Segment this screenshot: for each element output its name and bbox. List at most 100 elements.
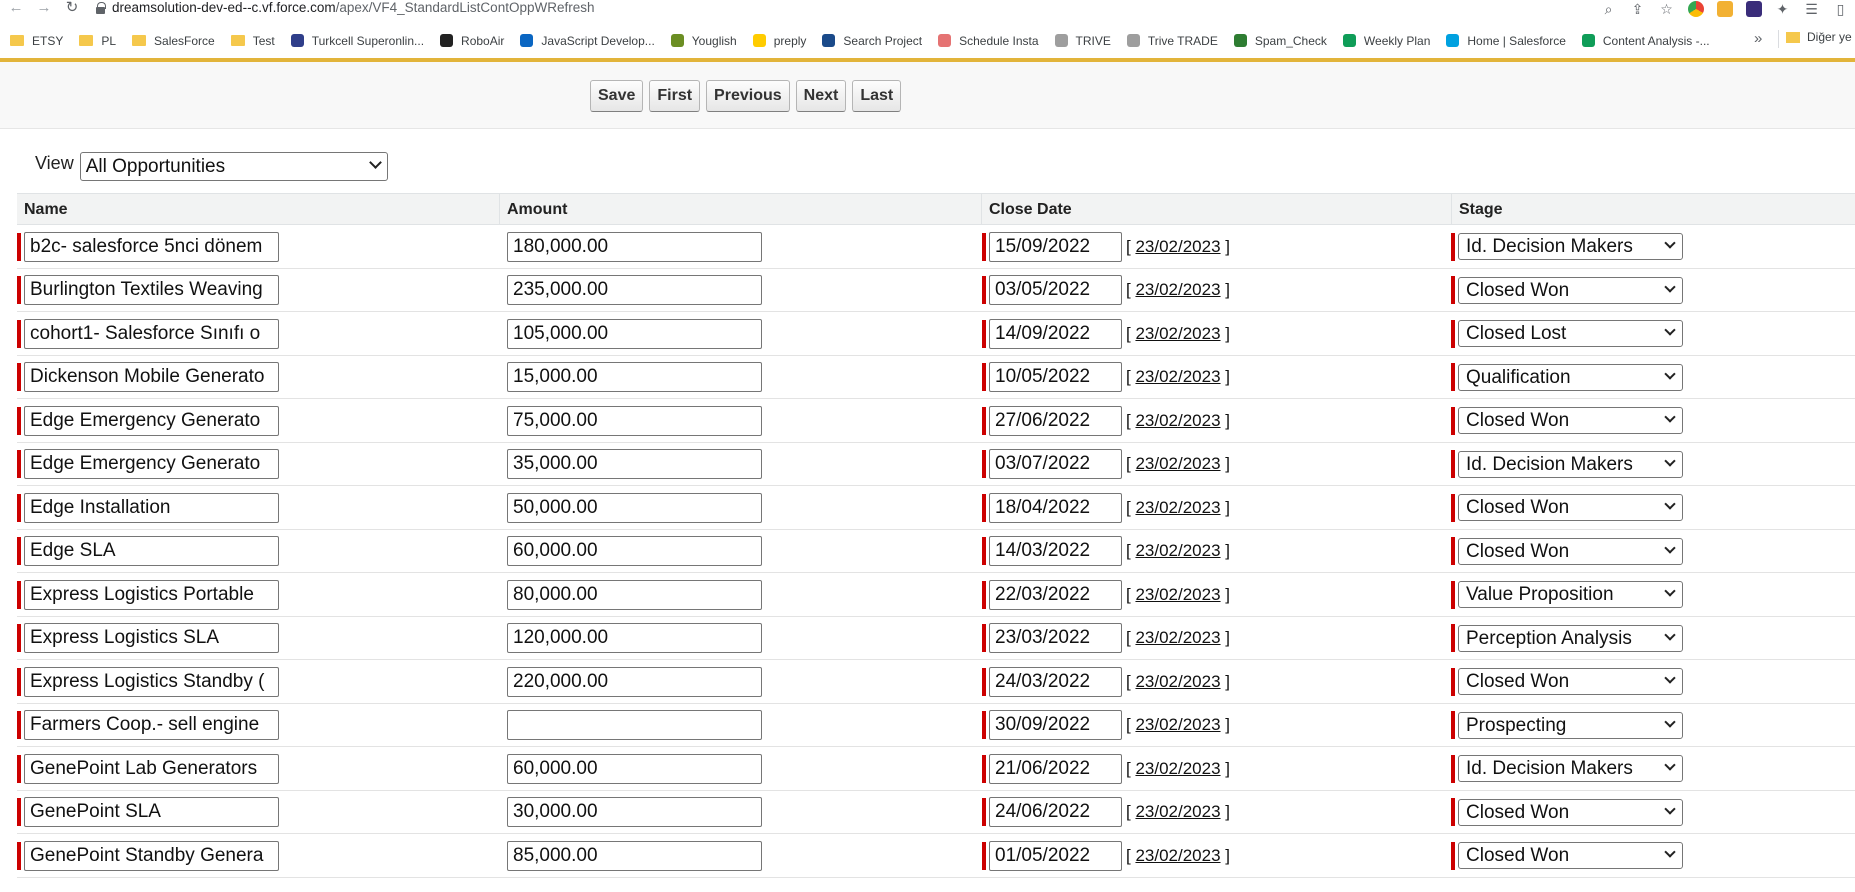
- name-input[interactable]: GenePoint Standby Genera: [24, 840, 279, 871]
- chrome-extension-icon[interactable]: [1681, 0, 1710, 18]
- today-date-link[interactable]: 23/02/2023: [1135, 324, 1220, 343]
- name-input[interactable]: b2c- salesforce 5nci dönem: [24, 231, 279, 262]
- close-date-input[interactable]: 03/07/2022: [989, 449, 1122, 479]
- stage-select[interactable]: Closed Lost: [1458, 320, 1683, 347]
- forward-arrow-icon[interactable]: →: [32, 0, 56, 18]
- bookmark-item[interactable]: JavaScript Develop...: [520, 28, 655, 54]
- bookmark-item[interactable]: Youglish: [670, 28, 737, 54]
- amount-input[interactable]: 180,000.00: [507, 231, 762, 262]
- previous-button[interactable]: Previous: [706, 80, 790, 112]
- name-input[interactable]: GenePoint SLA: [24, 797, 279, 827]
- next-button[interactable]: Next: [795, 80, 847, 112]
- name-input[interactable]: Edge SLA: [24, 536, 279, 566]
- close-date-input[interactable]: 10/05/2022: [989, 362, 1122, 392]
- amount-input[interactable]: 105,000.00: [507, 318, 762, 349]
- bookmark-item[interactable]: Search Project: [822, 28, 922, 54]
- reading-list-icon[interactable]: ☰: [1797, 0, 1826, 18]
- bookmark-item[interactable]: RoboAir: [440, 28, 504, 54]
- amount-input[interactable]: 75,000.00: [507, 405, 762, 436]
- bookmark-item[interactable]: Schedule Insta: [938, 28, 1039, 54]
- save-button[interactable]: Save: [590, 80, 644, 112]
- name-input[interactable]: Express Logistics SLA: [24, 623, 279, 653]
- extension-icon[interactable]: [1710, 0, 1739, 18]
- stage-select[interactable]: Closed Won: [1458, 798, 1683, 826]
- close-date-input[interactable]: 23/03/2022: [989, 623, 1122, 653]
- amount-input[interactable]: 120,000.00: [507, 623, 762, 653]
- bookmark-item[interactable]: Weekly Plan: [1342, 28, 1430, 54]
- close-date-input[interactable]: 14/03/2022: [989, 536, 1122, 566]
- close-date-input[interactable]: 15/09/2022: [989, 231, 1122, 262]
- amount-input[interactable]: [507, 710, 762, 740]
- stage-select[interactable]: Value Proposition: [1458, 581, 1683, 608]
- today-date-link[interactable]: 23/02/2023: [1135, 759, 1220, 778]
- close-date-input[interactable]: 24/03/2022: [989, 666, 1122, 697]
- bookmark-star-icon[interactable]: ☆: [1652, 0, 1681, 18]
- amount-input[interactable]: 60,000.00: [507, 536, 762, 566]
- back-arrow-icon[interactable]: ←: [4, 0, 28, 18]
- bookmark-item[interactable]: Content Analysis -...: [1581, 28, 1710, 54]
- bookmark-item[interactable]: Turkcell Superonlin...: [290, 28, 424, 54]
- bookmark-item[interactable]: TRIVE: [1054, 28, 1111, 54]
- stage-select[interactable]: Qualification: [1458, 363, 1683, 391]
- amount-input[interactable]: 80,000.00: [507, 579, 762, 610]
- today-date-link[interactable]: 23/02/2023: [1135, 715, 1220, 734]
- today-date-link[interactable]: 23/02/2023: [1135, 237, 1220, 256]
- close-date-input[interactable]: 27/06/2022: [989, 405, 1122, 436]
- close-date-input[interactable]: 18/04/2022: [989, 492, 1122, 523]
- stage-select[interactable]: Closed Won: [1458, 668, 1683, 695]
- bookmark-item[interactable]: Test: [230, 28, 275, 54]
- amount-input[interactable]: 30,000.00: [507, 797, 762, 827]
- share-icon[interactable]: ⇪: [1623, 0, 1652, 18]
- name-input[interactable]: Edge Emergency Generato: [24, 449, 279, 479]
- today-date-link[interactable]: 23/02/2023: [1135, 672, 1220, 691]
- lock-icon[interactable]: [96, 2, 106, 14]
- amount-input[interactable]: 235,000.00: [507, 275, 762, 305]
- stage-select[interactable]: Closed Won: [1458, 407, 1683, 434]
- amount-input[interactable]: 85,000.00: [507, 840, 762, 871]
- name-input[interactable]: Edge Installation: [24, 492, 279, 523]
- zoom-icon[interactable]: ⌕: [1594, 0, 1623, 18]
- name-input[interactable]: Dickenson Mobile Generato: [24, 362, 279, 392]
- reload-icon[interactable]: ↻: [60, 0, 84, 18]
- bookmark-item[interactable]: Spam_Check: [1233, 28, 1327, 54]
- today-date-link[interactable]: 23/02/2023: [1135, 846, 1220, 865]
- today-date-link[interactable]: 23/02/2023: [1135, 585, 1220, 604]
- amount-input[interactable]: 15,000.00: [507, 362, 762, 392]
- name-input[interactable]: Edge Emergency Generato: [24, 405, 279, 436]
- stage-select[interactable]: Perception Analysis: [1458, 624, 1683, 652]
- today-date-link[interactable]: 23/02/2023: [1135, 411, 1220, 430]
- first-button[interactable]: First: [649, 80, 701, 112]
- stage-select[interactable]: Prospecting: [1458, 711, 1683, 739]
- today-date-link[interactable]: 23/02/2023: [1135, 454, 1220, 473]
- today-date-link[interactable]: 23/02/2023: [1135, 802, 1220, 821]
- close-date-input[interactable]: 03/05/2022: [989, 275, 1122, 305]
- bookmarks-more-icon[interactable]: »: [1754, 30, 1762, 47]
- name-input[interactable]: Express Logistics Standby (: [24, 666, 279, 697]
- amount-input[interactable]: 220,000.00: [507, 666, 762, 697]
- extension-icon[interactable]: [1739, 0, 1768, 18]
- name-input[interactable]: GenePoint Lab Generators: [24, 753, 279, 784]
- bookmark-item[interactable]: preply: [752, 28, 806, 54]
- close-date-input[interactable]: 30/09/2022: [989, 710, 1122, 740]
- today-date-link[interactable]: 23/02/2023: [1135, 498, 1220, 517]
- bookmark-item[interactable]: SalesForce: [132, 28, 215, 54]
- bookmark-item[interactable]: Trive TRADE: [1126, 28, 1218, 54]
- bookmark-item[interactable]: ETSY: [10, 28, 63, 54]
- bookmark-item[interactable]: PL: [79, 28, 116, 54]
- amount-input[interactable]: 50,000.00: [507, 492, 762, 523]
- stage-select[interactable]: Closed Won: [1458, 494, 1683, 521]
- stage-select[interactable]: Id. Decision Makers: [1458, 450, 1683, 478]
- today-date-link[interactable]: 23/02/2023: [1135, 541, 1220, 560]
- url-field[interactable]: dreamsolution-dev-ed--c.vf.force.com/ape…: [112, 0, 594, 18]
- last-button[interactable]: Last: [852, 80, 902, 112]
- view-select[interactable]: All Opportunities: [79, 152, 388, 181]
- name-input[interactable]: Burlington Textiles Weaving: [24, 275, 279, 305]
- close-date-input[interactable]: 22/03/2022: [989, 579, 1122, 610]
- close-date-input[interactable]: 01/05/2022: [989, 840, 1122, 871]
- today-date-link[interactable]: 23/02/2023: [1135, 628, 1220, 647]
- today-date-link[interactable]: 23/02/2023: [1135, 280, 1220, 299]
- stage-select[interactable]: Id. Decision Makers: [1458, 755, 1683, 782]
- amount-input[interactable]: 35,000.00: [507, 449, 762, 479]
- bookmark-item[interactable]: Home | Salesforce: [1446, 28, 1566, 54]
- close-date-input[interactable]: 21/06/2022: [989, 753, 1122, 784]
